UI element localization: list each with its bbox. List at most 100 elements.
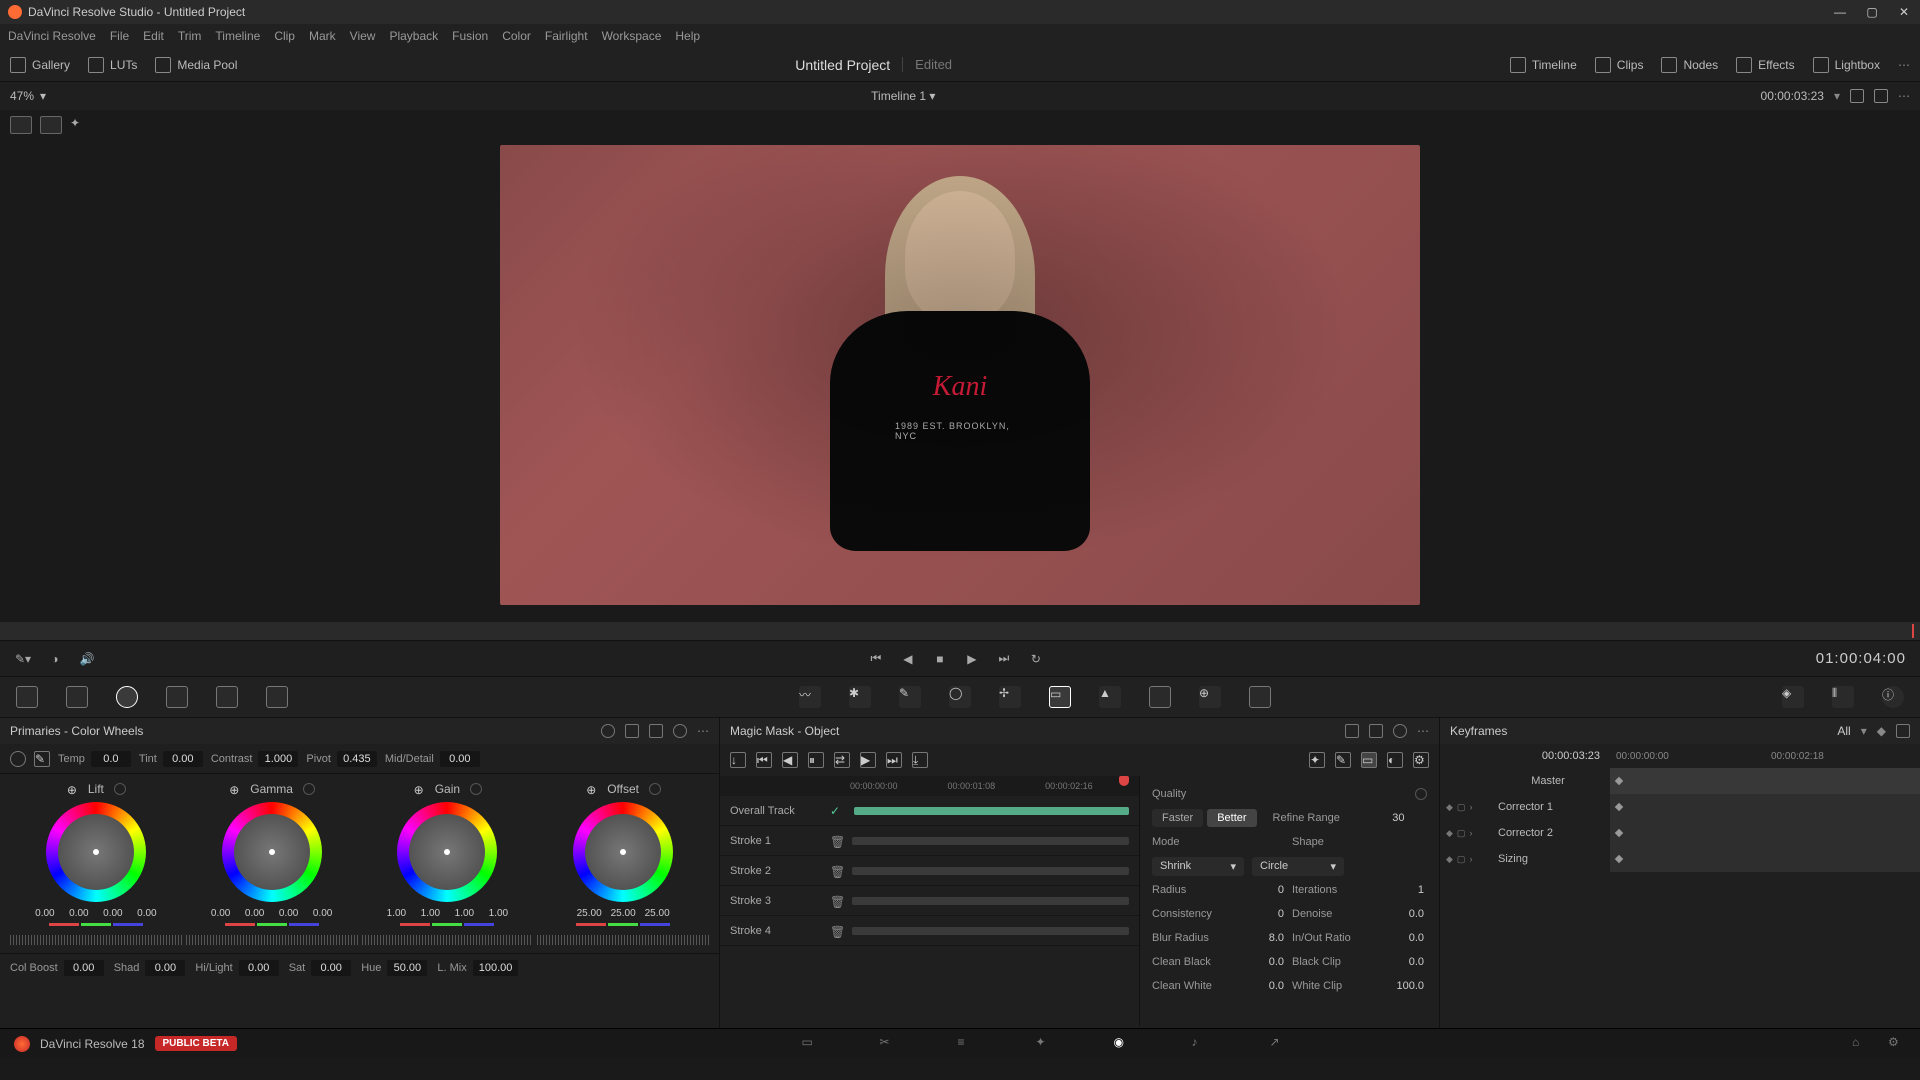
adjust-value[interactable]: 0.00 [239, 960, 279, 976]
home-icon[interactable]: ⌂ [1852, 1035, 1870, 1053]
unmix-icon[interactable]: ◑ [46, 650, 64, 668]
camera-raw-icon[interactable] [16, 686, 38, 708]
mediapool-button[interactable]: Media Pool [155, 57, 237, 73]
param-value[interactable]: 0.0 [1244, 980, 1284, 992]
wheel-reset-icon[interactable] [649, 783, 661, 795]
pivot-value[interactable]: 0.435 [337, 751, 377, 767]
mm-play-icon[interactable]: ▶ [860, 752, 876, 768]
wheel-reset-icon[interactable] [114, 783, 126, 795]
kf-enable-icon[interactable]: ▢ [1457, 828, 1466, 839]
color-wheel[interactable] [46, 802, 146, 902]
close-button[interactable]: ✕ [1896, 4, 1912, 20]
delete-icon[interactable]: 🗑 [830, 925, 842, 937]
kf-lock-icon[interactable]: ◆ [1446, 802, 1453, 813]
rgb-mixer-icon[interactable] [216, 686, 238, 708]
stroke-row[interactable]: Stroke 2 🗑 [720, 856, 1139, 886]
more-icon[interactable]: ⋯ [1898, 89, 1910, 103]
qualifier-tool-icon[interactable]: ✎▾ [14, 650, 32, 668]
mm-rev-icon[interactable]: ◀ [782, 752, 798, 768]
timeline-name-dropdown[interactable]: Timeline 1 ▾ [871, 89, 935, 103]
chevron-down-icon[interactable]: ▾ [1861, 724, 1867, 738]
delete-icon[interactable]: 🗑 [830, 895, 842, 907]
warper-icon[interactable]: ✱ [849, 686, 871, 708]
keyframes-filter[interactable]: All [1837, 724, 1850, 738]
menu-fusion[interactable]: Fusion [452, 29, 488, 43]
stroke-row[interactable]: Stroke 1 🗑 [720, 826, 1139, 856]
menu-mark[interactable]: Mark [309, 29, 336, 43]
maximize-button[interactable]: ▢ [1864, 4, 1880, 20]
viewer-scrubber[interactable] [0, 622, 1920, 640]
menu-clip[interactable]: Clip [274, 29, 295, 43]
color-match-icon[interactable] [66, 686, 88, 708]
param-value[interactable]: 0 [1244, 884, 1284, 896]
menu-help[interactable]: Help [675, 29, 700, 43]
viewer-option-icon[interactable] [1850, 89, 1864, 103]
keyframe-row[interactable]: ◆▢› Corrector 2 [1440, 820, 1920, 846]
stroke-track[interactable] [852, 897, 1129, 905]
keyframes-toggle-icon[interactable]: ◈ [1782, 686, 1804, 708]
adjust-value[interactable]: 0.00 [145, 960, 185, 976]
delete-icon[interactable]: 🗑 [830, 865, 842, 877]
stroke-track[interactable] [852, 837, 1129, 845]
effects-button[interactable]: Effects [1736, 57, 1794, 73]
menu-fairlight[interactable]: Fairlight [545, 29, 588, 43]
mm-down-icon[interactable]: ↓ [730, 752, 746, 768]
tracker-icon[interactable]: ✢ [999, 686, 1021, 708]
chevron-down-icon[interactable]: ▾ [1834, 89, 1840, 103]
kf-enable-icon[interactable]: ▢ [1457, 802, 1466, 813]
adjust-value[interactable]: 50.00 [387, 960, 427, 976]
mm-reset-icon[interactable] [1393, 724, 1407, 738]
stop-button[interactable]: ■ [931, 650, 949, 668]
curves-icon[interactable]: 〰 [799, 686, 821, 708]
kf-chevron-icon[interactable]: › [1469, 802, 1472, 813]
motion-effects-icon[interactable] [266, 686, 288, 708]
more-icon[interactable]: ⋯ [1898, 58, 1910, 72]
blur-icon[interactable]: ▲ [1099, 686, 1121, 708]
wheel-jog[interactable] [186, 935, 358, 945]
cut-page-icon[interactable]: ✂ [880, 1035, 898, 1053]
wheels-mode-icon[interactable] [601, 724, 615, 738]
stroke-track[interactable] [854, 807, 1129, 815]
tint-value[interactable]: 0.00 [163, 751, 203, 767]
wheel-values[interactable]: 1.001.001.001.00 [362, 908, 534, 919]
param-value[interactable]: 100.0 [1384, 980, 1424, 992]
adjust-value[interactable]: 0.00 [64, 960, 104, 976]
delete-icon[interactable]: 🗑 [830, 835, 842, 847]
play-button[interactable]: ▶ [963, 650, 981, 668]
menu-playback[interactable]: Playback [389, 29, 438, 43]
viewer-wand-icon[interactable]: ✦ [70, 116, 92, 134]
middetail-value[interactable]: 0.00 [440, 751, 480, 767]
viewer-timecode[interactable]: 00:00:03:23 [1761, 89, 1824, 103]
more-icon[interactable]: ⋯ [1417, 724, 1429, 738]
keyframes-master-row[interactable]: Master [1440, 768, 1920, 794]
keyframe-dot-icon[interactable]: ◆ [1877, 724, 1886, 738]
info-icon[interactable]: ⓘ [1882, 686, 1904, 708]
menu-color[interactable]: Color [502, 29, 531, 43]
wheel-values[interactable]: 25.0025.0025.00 [537, 908, 709, 919]
mm-mode2-icon[interactable] [1369, 724, 1383, 738]
pick-white-icon[interactable]: ✎ [34, 751, 50, 767]
stroke-track[interactable] [852, 867, 1129, 875]
color-wheels-icon[interactable] [116, 686, 138, 708]
log-mode-icon[interactable] [649, 724, 663, 738]
mm-brush-icon[interactable]: ✎ [1335, 752, 1351, 768]
kf-lock-icon[interactable]: ◆ [1446, 828, 1453, 839]
faster-button[interactable]: Faster [1152, 809, 1203, 827]
mm-settings-icon[interactable]: ⚙ [1413, 752, 1429, 768]
loop-button[interactable]: ↻ [1027, 650, 1045, 668]
menu-file[interactable]: File [110, 29, 129, 43]
wheel-values[interactable]: 0.000.000.000.00 [186, 908, 358, 919]
keyframe-row[interactable]: ◆▢› Corrector 1 [1440, 794, 1920, 820]
menu-timeline[interactable]: Timeline [215, 29, 260, 43]
playhead-icon[interactable] [1119, 776, 1129, 786]
fusion-page-icon[interactable]: ✦ [1036, 1035, 1054, 1053]
hdr-wheels-icon[interactable] [166, 686, 188, 708]
wheel-jog[interactable] [537, 935, 709, 945]
mm-wand-icon[interactable]: ✦ [1309, 752, 1325, 768]
mm-overlay-icon[interactable]: ▭ [1361, 752, 1377, 768]
kf-chevron-icon[interactable]: › [1469, 828, 1472, 839]
scopes-icon[interactable]: ⫴ [1832, 686, 1854, 708]
wheel-values[interactable]: 0.000.000.000.00 [10, 908, 182, 919]
viewer[interactable]: ✦ Kani 1989 EST. BROOKLYN, NYC [0, 110, 1920, 640]
adjust-value[interactable]: 0.00 [311, 960, 351, 976]
